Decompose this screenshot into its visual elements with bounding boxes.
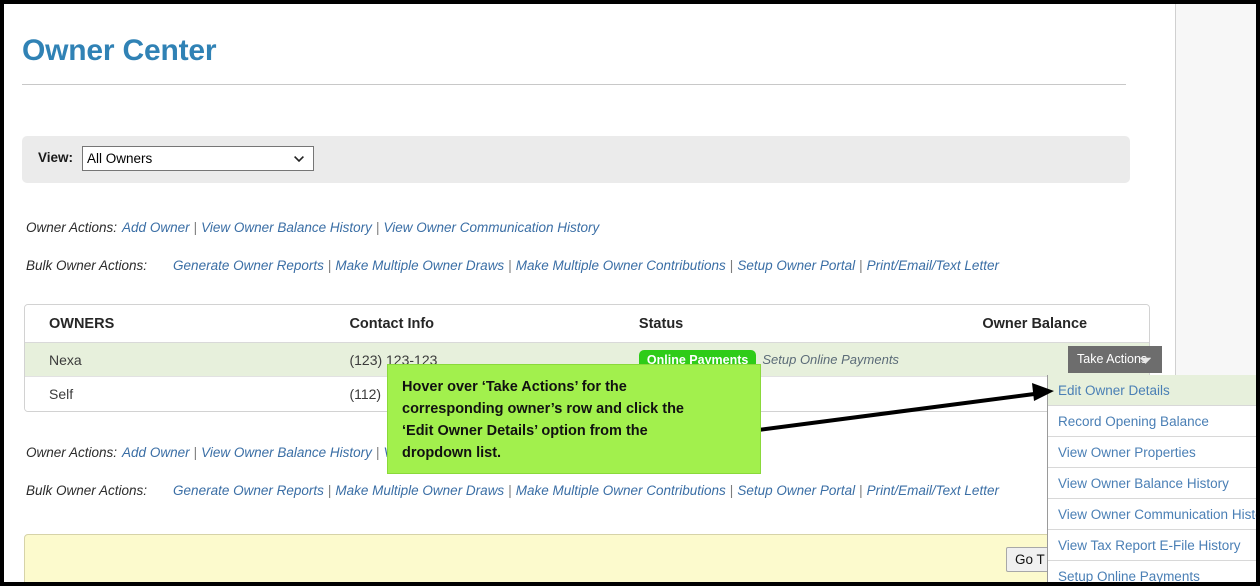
separator: | xyxy=(504,483,516,498)
separator: | xyxy=(372,445,384,460)
table-header-row: OWNERS Contact Info Status Owner Balance xyxy=(25,305,1149,343)
owner-actions-label: Owner Actions: xyxy=(26,445,117,460)
title-divider xyxy=(22,84,1126,85)
separator: | xyxy=(324,258,336,273)
separator: | xyxy=(190,445,202,460)
link-add-owner[interactable]: Add Owner xyxy=(122,445,190,460)
link-generate-owner-reports[interactable]: Generate Owner Reports xyxy=(173,483,324,498)
link-make-multiple-owner-draws[interactable]: Make Multiple Owner Draws xyxy=(335,258,504,273)
browser-screenshot: Owner Center View: All Owners Owner Acti… xyxy=(0,0,1260,586)
take-actions-button[interactable]: Take Actions xyxy=(1068,346,1162,373)
bulk-owner-actions-row-top: Bulk Owner Actions: Generate Owner Report… xyxy=(26,258,999,273)
callout-line-1: Hover over ‘Take Actions’ for the xyxy=(402,376,746,398)
chevron-down-icon xyxy=(294,156,304,162)
main-content: Owner Center View: All Owners Owner Acti… xyxy=(4,4,1175,582)
take-actions-dropdown-menu: Edit Owner Details Record Opening Balanc… xyxy=(1047,375,1260,586)
link-add-owner[interactable]: Add Owner xyxy=(122,220,190,235)
bulk-owner-actions-label: Bulk Owner Actions: xyxy=(26,258,147,273)
link-generate-owner-reports[interactable]: Generate Owner Reports xyxy=(173,258,324,273)
separator: | xyxy=(190,220,202,235)
link-setup-online-payments[interactable]: Setup Online Payments xyxy=(762,352,899,367)
column-header-owners: OWNERS xyxy=(25,316,349,332)
column-header-contact-info: Contact Info xyxy=(349,316,638,332)
bulk-owner-actions-label: Bulk Owner Actions: xyxy=(26,483,147,498)
link-print-email-text-letter[interactable]: Print/Email/Text Letter xyxy=(867,483,999,498)
menu-item-edit-owner-details[interactable]: Edit Owner Details xyxy=(1048,375,1260,406)
separator: | xyxy=(372,220,384,235)
owner-actions-row-top: Owner Actions:Add Owner|View Owner Balan… xyxy=(26,220,599,235)
menu-item-record-opening-balance[interactable]: Record Opening Balance xyxy=(1048,406,1260,437)
separator: | xyxy=(855,483,867,498)
instruction-callout: Hover over ‘Take Actions’ for the corres… xyxy=(387,364,761,474)
link-setup-owner-portal[interactable]: Setup Owner Portal xyxy=(737,258,855,273)
callout-line-3: ‘Edit Owner Details’ option from the xyxy=(402,420,746,442)
link-view-owner-balance-history[interactable]: View Owner Balance History xyxy=(201,445,372,460)
separator: | xyxy=(726,258,738,273)
chevron-down-icon xyxy=(1140,357,1151,364)
page-title: Owner Center xyxy=(22,34,216,68)
view-select[interactable]: All Owners xyxy=(82,146,314,171)
take-actions-button-label: Take Actions xyxy=(1077,352,1147,366)
separator: | xyxy=(324,483,336,498)
bottom-notice-panel xyxy=(24,534,1150,582)
menu-item-view-owner-balance-history[interactable]: View Owner Balance History xyxy=(1048,468,1260,499)
link-setup-owner-portal[interactable]: Setup Owner Portal xyxy=(737,483,855,498)
callout-line-2: corresponding owner’s row and click the xyxy=(402,398,746,420)
view-label: View: xyxy=(38,150,73,165)
menu-item-setup-online-payments[interactable]: Setup Online Payments xyxy=(1048,561,1260,586)
link-make-multiple-owner-contributions[interactable]: Make Multiple Owner Contributions xyxy=(516,483,726,498)
column-header-status: Status xyxy=(639,316,920,332)
callout-line-4: dropdown list. xyxy=(402,442,746,464)
link-view-owner-balance-history[interactable]: View Owner Balance History xyxy=(201,220,372,235)
cell-owner-name: Nexa xyxy=(25,352,349,368)
menu-item-view-owner-communication-history[interactable]: View Owner Communication History xyxy=(1048,499,1260,530)
menu-item-view-owner-properties[interactable]: View Owner Properties xyxy=(1048,437,1260,468)
link-make-multiple-owner-contributions[interactable]: Make Multiple Owner Contributions xyxy=(516,258,726,273)
owner-actions-label: Owner Actions: xyxy=(26,220,117,235)
separator: | xyxy=(855,258,867,273)
link-view-owner-communication-history[interactable]: View Owner Communication History xyxy=(383,220,599,235)
view-select-value: All Owners xyxy=(87,151,152,166)
separator: | xyxy=(726,483,738,498)
link-make-multiple-owner-draws[interactable]: Make Multiple Owner Draws xyxy=(335,483,504,498)
menu-item-view-tax-report-efile-history[interactable]: View Tax Report E-File History xyxy=(1048,530,1260,561)
link-print-email-text-letter[interactable]: Print/Email/Text Letter xyxy=(867,258,999,273)
cell-owner-name: Self xyxy=(25,386,349,402)
view-filter-bar: View: All Owners xyxy=(22,136,1130,183)
bulk-owner-actions-row-bottom: Bulk Owner Actions: Generate Owner Report… xyxy=(26,483,999,498)
separator: | xyxy=(504,258,516,273)
column-header-owner-balance: Owner Balance xyxy=(920,316,1149,332)
